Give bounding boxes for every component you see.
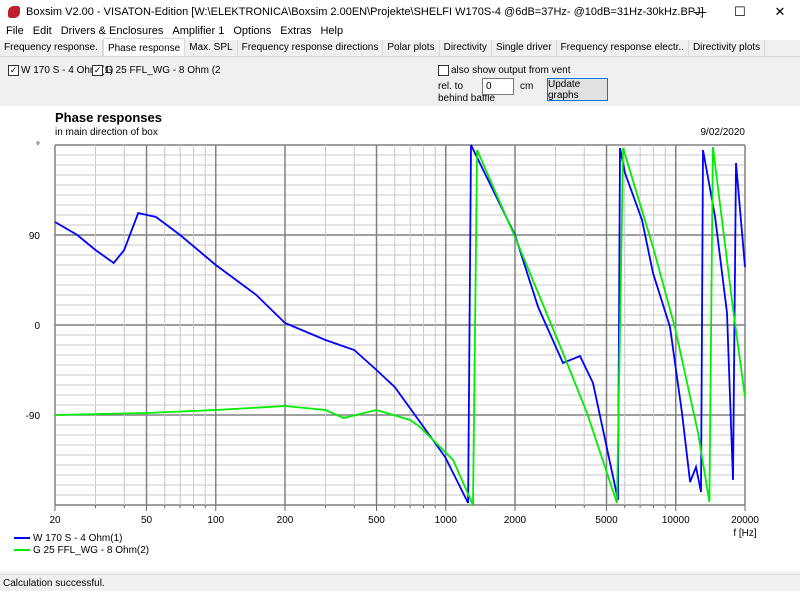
menu-extras[interactable]: Extras [276,23,316,40]
offset-input[interactable] [482,78,514,95]
driver2-checkbox[interactable]: ✓ G 25 FFL_WG - 8 Ohm (2 [92,65,221,76]
minimize-button[interactable]: — [680,0,720,23]
app-icon [8,5,20,18]
y-tick-label: 90 [29,231,41,242]
x-tick-label: 20000 [731,515,759,526]
series-line-1 [54,144,746,504]
vent-checkbox[interactable]: also show output from vent [438,65,571,76]
rel-to-label: rel. to [438,81,464,92]
x-tick-label: 10000 [662,515,690,526]
plot-area: Phase responses in main direction of box… [0,106,800,572]
checkbox-checked-icon: ✓ [8,65,19,76]
tab-single-driver[interactable]: Single driver [492,40,557,56]
close-button[interactable]: ✕ [760,0,800,23]
x-tick-label: 50 [141,515,153,526]
menu-edit[interactable]: Edit [29,23,57,40]
x-tick-label: 5000 [595,515,618,526]
x-tick-label: 20 [49,515,61,526]
menu-file[interactable]: File [2,23,29,40]
y-tick-label: -90 [26,411,41,422]
legend-label-1: W 170 S - 4 Ohm(1) [33,533,122,544]
x-tick-label: 2000 [504,515,527,526]
tab-directivity-plots[interactable]: Directivity plots [689,40,766,56]
chart-date: 9/02/2020 [701,127,746,138]
y-tick-label: 0 [34,321,40,332]
window-title: Boxsim V2.00 - VISATON-Edition [W:\ELEKT… [26,5,704,18]
tab-frequency-response[interactable]: Frequency response. [0,40,103,56]
tab-polar-plots[interactable]: Polar plots [383,40,440,56]
tab-phase-response[interactable]: Phase response [102,38,186,56]
phase-chart: Phase responses in main direction of box… [14,110,759,556]
x-axis-label: f [Hz] [733,528,757,539]
x-tick-label: 500 [368,515,385,526]
status-bar: Calculation successful. [0,574,800,591]
x-tick-label: 100 [207,515,224,526]
menu-help[interactable]: Help [316,23,348,40]
y-axis-label: ° [36,141,40,152]
vent-label: also show output from vent [451,65,571,76]
legend-label-2: G 25 FFL_WG - 8 Ohm(2) [33,545,149,556]
tab-bar: Frequency response. Phase response Max. … [0,38,800,57]
series-line-2 [54,146,746,506]
checkbox-checked-icon: ✓ [92,65,103,76]
menu-options[interactable]: Options [229,23,276,40]
chart-subtitle: in main direction of box [55,127,158,138]
driver2-label: G 25 FFL_WG - 8 Ohm (2 [105,65,221,76]
tab-max-spl[interactable]: Max. SPL [185,40,238,56]
maximize-button[interactable]: ☐ [720,0,760,23]
options-panel: ✓ W 170 S - 4 Ohm (1) ✓ G 25 FFL_WG - 8 Oh… [0,57,800,106]
unit-label: cm [520,81,534,92]
x-tick-label: 200 [277,515,294,526]
tab-frequency-response-directions[interactable]: Frequency response directions [238,40,384,56]
checkbox-empty-icon [438,65,449,76]
title-bar: Boxsim V2.00 - VISATON-Edition [W:\ELEKT… [0,0,800,23]
chart-title: Phase responses [55,110,162,125]
tab-frequency-response-electrical[interactable]: Frequency response electr.. [557,40,689,56]
update-graphs-button[interactable]: Update graphs [547,78,608,101]
x-tick-label: 1000 [435,515,458,526]
tab-directivity[interactable]: Directivity [440,40,492,56]
